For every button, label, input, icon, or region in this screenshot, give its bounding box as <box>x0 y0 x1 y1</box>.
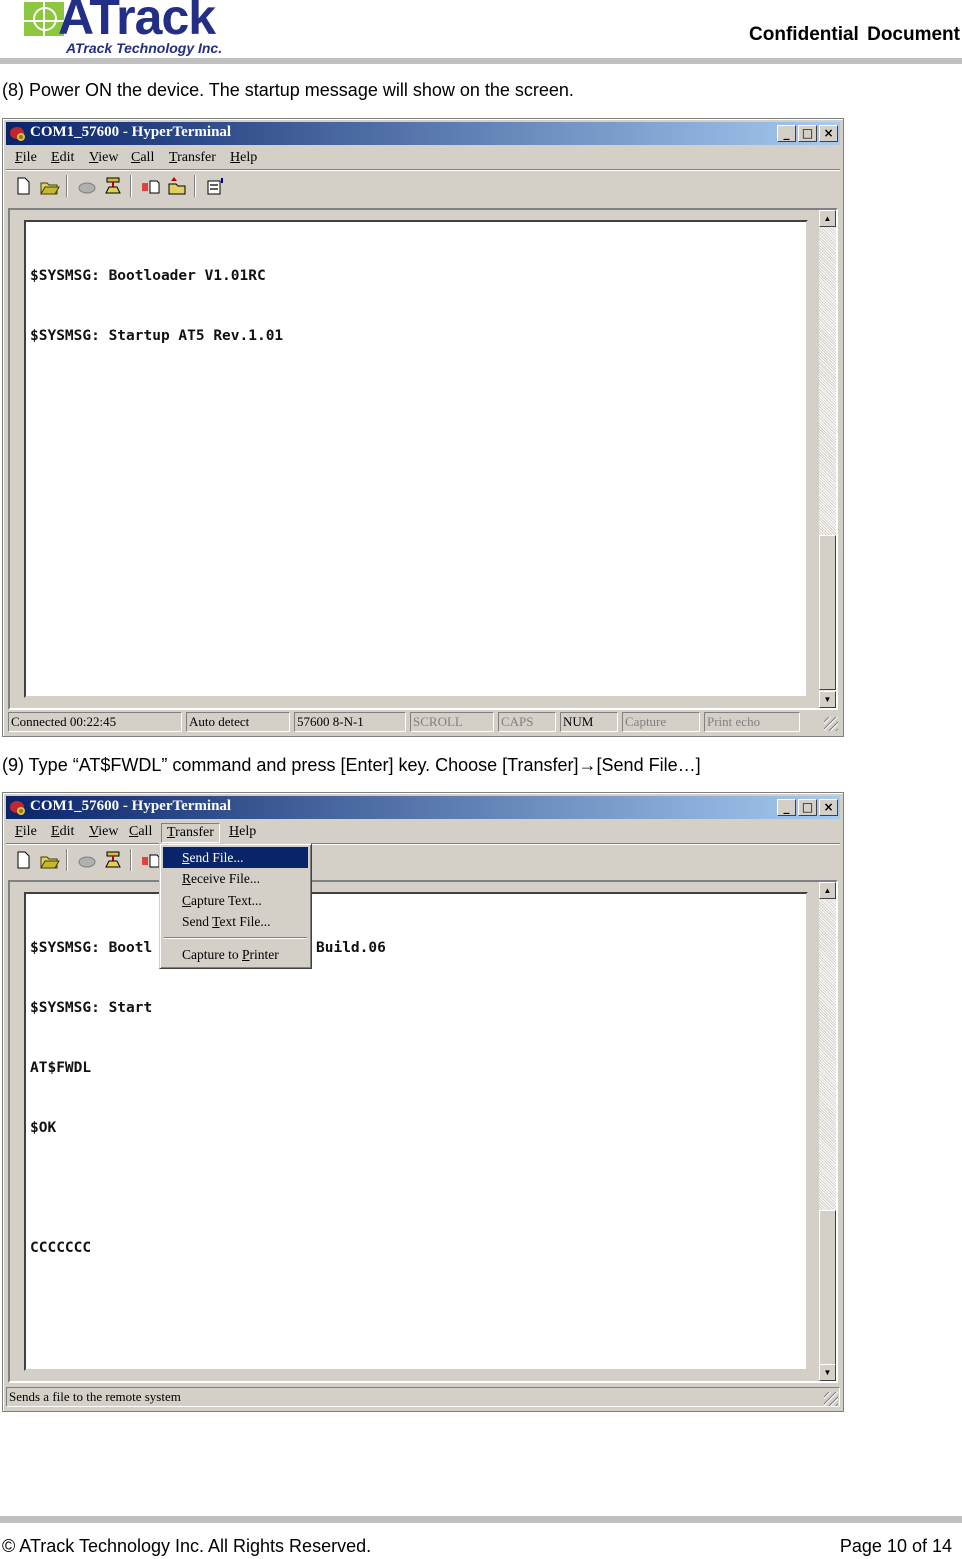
menu-item-receive-file[interactable]: Receive File... <box>163 868 308 889</box>
toolbar <box>6 171 840 201</box>
minimize-button[interactable]: _ <box>777 125 796 142</box>
send-icon[interactable] <box>140 175 162 197</box>
status-message: Sends a file to the remote system <box>6 1387 840 1407</box>
menu-bar: File Edit View Call Transfer Help <box>6 147 840 169</box>
close-button[interactable]: × <box>819 125 838 142</box>
menu-transfer[interactable]: Transfer <box>161 823 220 843</box>
title-bar[interactable]: COM1_57600 - HyperTerminal _ □ × <box>6 122 840 145</box>
receive-icon[interactable] <box>166 175 188 197</box>
hyperterminal-phone-icon <box>10 801 25 815</box>
scroll-up-button[interactable]: ▲ <box>819 210 836 227</box>
transfer-dropdown-menu: Send File... Receive File... Capture Tex… <box>159 843 312 969</box>
atrack-logo: ATrack ATrack Technology Inc. <box>24 0 254 58</box>
menu-bar: File Edit View Call Transfer Help <box>6 821 840 843</box>
terminal-line: $SYSMSG: Start <box>30 1000 153 1016</box>
terminal-line: $OK <box>30 1120 57 1136</box>
vertical-scrollbar[interactable]: ▲ ▼ <box>818 210 836 708</box>
logo-wordmark: ATrack <box>58 0 216 45</box>
status-detect: Auto detect <box>186 712 290 732</box>
menu-edit[interactable]: Edit <box>46 823 79 841</box>
hyperterminal-phone-icon <box>10 127 25 141</box>
menu-help[interactable]: Help <box>224 823 261 841</box>
confidential-label: Confidential Document <box>749 24 960 45</box>
hyperterminal-window-1: COM1_57600 - HyperTerminal _ □ × File Ed… <box>2 118 844 737</box>
properties-icon[interactable] <box>204 175 226 197</box>
terminal-line: AT$FWDL <box>30 1060 92 1076</box>
menu-view[interactable]: View <box>84 149 124 167</box>
menu-item-capture-text[interactable]: Capture Text... <box>163 890 308 911</box>
status-settings: 57600 8-N-1 <box>294 712 406 732</box>
step-8-instruction: (8) Power ON the device. The startup mes… <box>2 80 574 100</box>
dial-phone-icon[interactable] <box>102 849 124 871</box>
scroll-thumb[interactable] <box>819 535 836 690</box>
scroll-down-button[interactable]: ▼ <box>819 691 836 708</box>
status-num: NUM <box>560 712 618 732</box>
menu-file[interactable]: File <box>10 149 42 167</box>
status-bar: Sends a file to the remote system <box>6 1386 840 1408</box>
menu-view[interactable]: View <box>84 823 124 841</box>
menu-separator <box>164 937 307 939</box>
header-rule <box>0 58 962 64</box>
toolbar-separator <box>66 849 68 871</box>
footer-rule <box>0 1516 962 1523</box>
hyperterminal-window-2: COM1_57600 - HyperTerminal _ □ × File Ed… <box>2 792 844 1412</box>
vertical-scrollbar[interactable]: ▲ ▼ <box>818 882 836 1381</box>
maximize-button[interactable]: □ <box>798 799 817 816</box>
new-document-icon[interactable] <box>12 175 34 197</box>
terminal-line: CCCCCCC <box>30 1240 92 1256</box>
terminal-output[interactable]: $SYSMSG: Bootloader V1.01RC $SYSMSG: Sta… <box>24 220 808 698</box>
terminal-line: $SYSMSG: Startup AT5 Rev.1.01 <box>30 328 284 344</box>
disconnect-phone-icon[interactable] <box>76 175 98 197</box>
status-scroll: SCROLL <box>410 712 494 732</box>
resize-grip[interactable] <box>824 717 838 731</box>
scroll-down-button[interactable]: ▼ <box>819 1364 836 1381</box>
copyright-text: © ATrack Technology Inc. All Rights Rese… <box>2 1536 372 1556</box>
window-title: COM1_57600 - HyperTerminal <box>30 798 232 814</box>
status-bar: Connected 00:22:45 Auto detect 57600 8-N… <box>6 711 840 733</box>
scroll-thumb[interactable] <box>819 1210 836 1365</box>
terminal-frame: $SYSMSG: Bootloader V1.01RC $SYSMSG: Sta… <box>8 208 838 710</box>
open-folder-icon[interactable] <box>38 175 60 197</box>
page-header: ATrack ATrack Technology Inc. Confidenti… <box>0 0 962 64</box>
maximize-button[interactable]: □ <box>798 125 817 142</box>
toolbar-separator <box>130 175 132 197</box>
status-capture: Capture <box>622 712 700 732</box>
menu-transfer[interactable]: Transfer <box>164 149 221 167</box>
open-folder-icon[interactable] <box>38 849 60 871</box>
window-title: COM1_57600 - HyperTerminal <box>30 124 232 140</box>
terminal-output[interactable]: $SYSMSG: Bootl Build.06 $SYSMSG: Start AT… <box>24 892 808 1371</box>
menu-item-send-file[interactable]: Send File... <box>163 847 308 868</box>
toolbar-separator <box>66 175 68 197</box>
menu-edit[interactable]: Edit <box>46 149 79 167</box>
status-connected: Connected 00:22:45 <box>8 712 182 732</box>
menu-help[interactable]: Help <box>225 149 262 167</box>
toolbar <box>6 845 840 875</box>
page-number: Page 10 of 14 <box>839 1536 952 1556</box>
terminal-line: $SYSMSG: Bootl Build.06 <box>30 938 802 958</box>
step-9-instruction: (9) Type “AT$FWDL” command and press [En… <box>2 755 701 775</box>
disconnect-phone-icon[interactable] <box>76 849 98 871</box>
terminal-line-right: Build.06 <box>316 940 386 956</box>
scroll-up-button[interactable]: ▲ <box>819 882 836 899</box>
menu-call[interactable]: Call <box>124 823 157 841</box>
dial-phone-icon[interactable] <box>102 175 124 197</box>
new-document-icon[interactable] <box>12 849 34 871</box>
logo-subtitle: ATrack Technology Inc. <box>66 40 223 56</box>
resize-grip[interactable] <box>824 1392 838 1406</box>
toolbar-separator <box>130 849 132 871</box>
menu-call[interactable]: Call <box>126 149 159 167</box>
terminal-line: $SYSMSG: Bootloader V1.01RC <box>30 268 266 284</box>
terminal-line-left: $SYSMSG: Bootl <box>30 940 153 956</box>
minimize-button[interactable]: _ <box>777 799 796 816</box>
menu-item-send-text-file[interactable]: Send Text File... <box>163 911 308 932</box>
status-print-echo: Print echo <box>704 712 800 732</box>
status-caps: CAPS <box>498 712 556 732</box>
menu-item-capture-to-printer[interactable]: Capture to Printer <box>163 944 308 965</box>
terminal-frame: $SYSMSG: Bootl Build.06 $SYSMSG: Start AT… <box>8 880 838 1383</box>
toolbar-separator <box>194 175 196 197</box>
menu-file[interactable]: File <box>10 823 42 841</box>
close-button[interactable]: × <box>819 799 838 816</box>
title-bar[interactable]: COM1_57600 - HyperTerminal _ □ × <box>6 796 840 819</box>
